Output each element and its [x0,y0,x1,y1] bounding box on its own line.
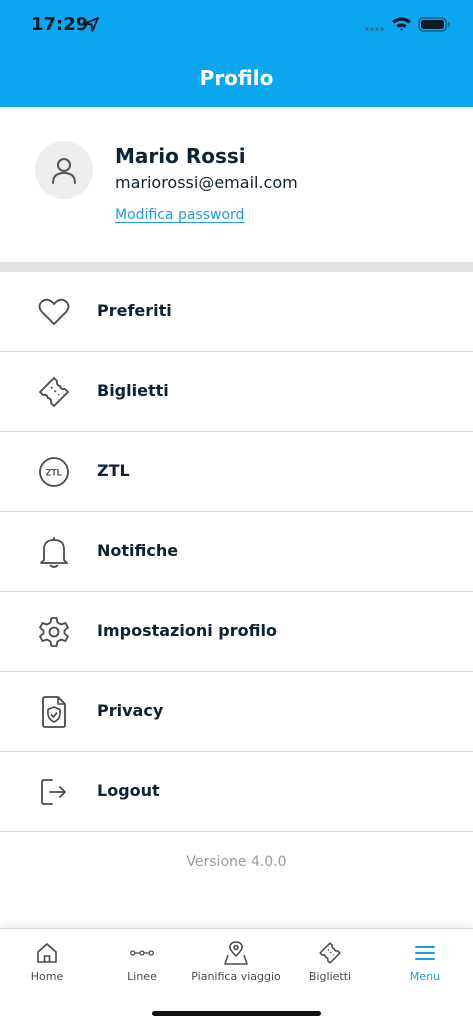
heart-icon [36,294,72,330]
menu-item-impostazioni-profilo[interactable]: Impostazioni profilo [0,592,473,672]
user-icon [52,158,76,184]
cellular-signal-icon [365,27,384,31]
app-version: Versione 4.0.0 [186,854,287,870]
section-divider [0,262,473,272]
menu-item-privacy[interactable]: Privacy [0,672,473,752]
menu-item-ztl[interactable]: ZTL ZTL [0,432,473,512]
logout-icon [36,774,72,810]
ticket-icon [318,941,342,965]
tab-label: Linee [127,970,157,983]
menu-item-label: Privacy [97,701,164,720]
gear-icon [36,614,72,650]
menu-item-notifiche[interactable]: Notifiche [0,512,473,592]
wifi-icon [391,17,412,32]
bell-icon [36,534,72,570]
tab-menu[interactable]: Menu [378,929,472,989]
tab-label: Menu [409,970,441,983]
tab-biglietti[interactable]: Biglietti [283,929,377,989]
menu-item-logout[interactable]: Logout [0,752,473,832]
menu-item-preferiti[interactable]: Preferiti [0,272,473,352]
map-pin-icon [224,941,248,965]
home-icon [35,941,59,965]
menu-icon [413,941,437,965]
avatar [35,141,93,199]
menu-item-label: Preferiti [97,301,172,320]
profile-card: Mario Rossi mariorossi@email.com Modific… [0,107,473,262]
ztl-icon: ZTL [36,454,72,490]
menu-item-label: Impostazioni profilo [97,621,277,640]
header-bar: 17:29 Profilo [0,0,473,107]
home-indicator[interactable] [152,1011,321,1016]
menu-item-biglietti[interactable]: Biglietti [0,352,473,432]
tab-pianifica-viaggio[interactable]: Pianifica viaggio [189,929,283,989]
ztl-icon-text: ZTL [46,468,63,478]
user-name: Mario Rossi [115,144,246,168]
tab-label: Pianifica viaggio [191,970,281,983]
menu-item-label: Notifiche [97,541,179,560]
route-line-icon [130,941,154,965]
status-bar: 17:29 [0,0,473,54]
location-arrow-icon [84,17,99,32]
page-title: Profilo [199,66,274,90]
tab-label: Biglietti [308,970,352,983]
menu-item-label: ZTL [97,461,130,480]
user-email: mariorossi@email.com [115,173,298,192]
menu-item-label: Logout [97,781,160,800]
menu-item-label: Biglietti [97,381,169,400]
edit-password-link[interactable]: Modifica password [115,207,244,223]
shield-document-icon [36,694,72,730]
tab-label: Home [30,970,64,983]
bottom-tab-bar: Home Linee Pianifica viaggio Biglietti M… [0,928,473,1024]
ticket-icon [36,374,72,410]
tab-home[interactable]: Home [0,929,94,989]
status-time: 17:29 [31,14,89,35]
battery-icon [418,17,450,32]
profile-menu: Preferiti Biglietti ZTL ZTL Notifiche Im… [0,272,473,832]
tab-linee[interactable]: Linee [95,929,189,989]
